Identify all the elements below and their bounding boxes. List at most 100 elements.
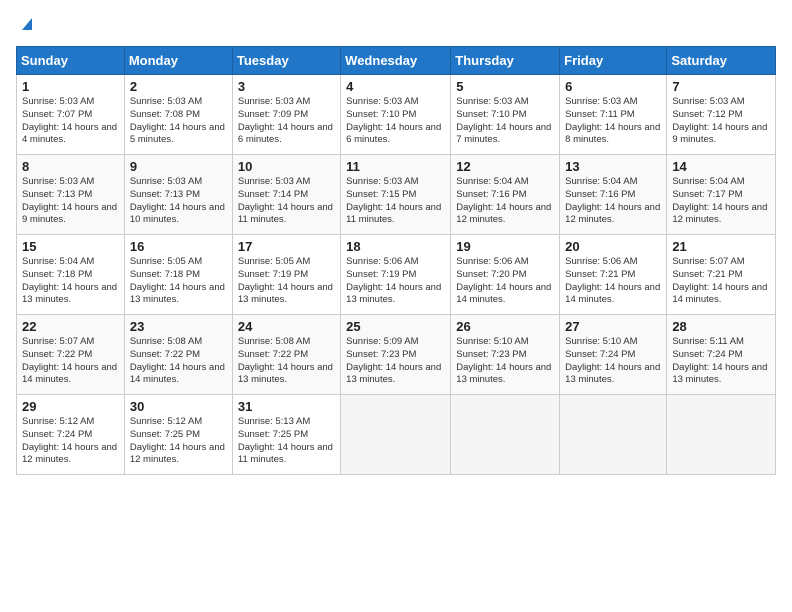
calendar-table: SundayMondayTuesdayWednesdayThursdayFrid…: [16, 46, 776, 475]
cell-info: Sunrise: 5:04 AMSunset: 7:17 PMDaylight:…: [672, 176, 767, 225]
calendar-week-5: 29 Sunrise: 5:12 AMSunset: 7:24 PMDaylig…: [17, 395, 776, 475]
calendar-header-monday: Monday: [124, 47, 232, 75]
day-number: 19: [456, 239, 554, 254]
day-number: 18: [346, 239, 445, 254]
calendar-cell: 25 Sunrise: 5:09 AMSunset: 7:23 PMDaylig…: [341, 315, 451, 395]
calendar-cell: 9 Sunrise: 5:03 AMSunset: 7:13 PMDayligh…: [124, 155, 232, 235]
calendar-week-1: 1 Sunrise: 5:03 AMSunset: 7:07 PMDayligh…: [17, 75, 776, 155]
calendar-cell: 14 Sunrise: 5:04 AMSunset: 7:17 PMDaylig…: [667, 155, 776, 235]
calendar-cell: 12 Sunrise: 5:04 AMSunset: 7:16 PMDaylig…: [451, 155, 560, 235]
day-number: 21: [672, 239, 770, 254]
calendar-cell: [451, 395, 560, 475]
day-number: 30: [130, 399, 227, 414]
calendar-week-4: 22 Sunrise: 5:07 AMSunset: 7:22 PMDaylig…: [17, 315, 776, 395]
day-number: 28: [672, 319, 770, 334]
day-number: 9: [130, 159, 227, 174]
calendar-cell: 5 Sunrise: 5:03 AMSunset: 7:10 PMDayligh…: [451, 75, 560, 155]
cell-info: Sunrise: 5:03 AMSunset: 7:11 PMDaylight:…: [565, 96, 660, 145]
day-number: 22: [22, 319, 119, 334]
calendar-cell: 28 Sunrise: 5:11 AMSunset: 7:24 PMDaylig…: [667, 315, 776, 395]
calendar-cell: 22 Sunrise: 5:07 AMSunset: 7:22 PMDaylig…: [17, 315, 125, 395]
calendar-cell: 7 Sunrise: 5:03 AMSunset: 7:12 PMDayligh…: [667, 75, 776, 155]
day-number: 29: [22, 399, 119, 414]
calendar-week-3: 15 Sunrise: 5:04 AMSunset: 7:18 PMDaylig…: [17, 235, 776, 315]
cell-info: Sunrise: 5:10 AMSunset: 7:24 PMDaylight:…: [565, 336, 660, 385]
calendar-body: 1 Sunrise: 5:03 AMSunset: 7:07 PMDayligh…: [17, 75, 776, 475]
calendar-cell: [667, 395, 776, 475]
day-number: 25: [346, 319, 445, 334]
calendar-cell: 4 Sunrise: 5:03 AMSunset: 7:10 PMDayligh…: [341, 75, 451, 155]
calendar-header-row: SundayMondayTuesdayWednesdayThursdayFrid…: [17, 47, 776, 75]
calendar-header-wednesday: Wednesday: [341, 47, 451, 75]
calendar-header-thursday: Thursday: [451, 47, 560, 75]
cell-info: Sunrise: 5:06 AMSunset: 7:21 PMDaylight:…: [565, 256, 660, 305]
calendar-cell: 11 Sunrise: 5:03 AMSunset: 7:15 PMDaylig…: [341, 155, 451, 235]
day-number: 1: [22, 79, 119, 94]
calendar-cell: 30 Sunrise: 5:12 AMSunset: 7:25 PMDaylig…: [124, 395, 232, 475]
cell-info: Sunrise: 5:03 AMSunset: 7:12 PMDaylight:…: [672, 96, 767, 145]
day-number: 6: [565, 79, 661, 94]
day-number: 24: [238, 319, 335, 334]
cell-info: Sunrise: 5:06 AMSunset: 7:19 PMDaylight:…: [346, 256, 441, 305]
cell-info: Sunrise: 5:05 AMSunset: 7:18 PMDaylight:…: [130, 256, 225, 305]
day-number: 13: [565, 159, 661, 174]
calendar-cell: [560, 395, 667, 475]
calendar-cell: 26 Sunrise: 5:10 AMSunset: 7:23 PMDaylig…: [451, 315, 560, 395]
calendar-cell: 29 Sunrise: 5:12 AMSunset: 7:24 PMDaylig…: [17, 395, 125, 475]
day-number: 2: [130, 79, 227, 94]
day-number: 7: [672, 79, 770, 94]
day-number: 3: [238, 79, 335, 94]
day-number: 5: [456, 79, 554, 94]
day-number: 14: [672, 159, 770, 174]
cell-info: Sunrise: 5:08 AMSunset: 7:22 PMDaylight:…: [238, 336, 333, 385]
logo-icon: [18, 16, 34, 32]
calendar-cell: 21 Sunrise: 5:07 AMSunset: 7:21 PMDaylig…: [667, 235, 776, 315]
cell-info: Sunrise: 5:04 AMSunset: 7:18 PMDaylight:…: [22, 256, 117, 305]
cell-info: Sunrise: 5:12 AMSunset: 7:25 PMDaylight:…: [130, 416, 225, 465]
day-number: 27: [565, 319, 661, 334]
day-number: 10: [238, 159, 335, 174]
calendar-cell: 31 Sunrise: 5:13 AMSunset: 7:25 PMDaylig…: [232, 395, 340, 475]
calendar-header-saturday: Saturday: [667, 47, 776, 75]
cell-info: Sunrise: 5:03 AMSunset: 7:10 PMDaylight:…: [346, 96, 441, 145]
day-number: 4: [346, 79, 445, 94]
cell-info: Sunrise: 5:09 AMSunset: 7:23 PMDaylight:…: [346, 336, 441, 385]
page-header: [16, 16, 776, 36]
calendar-cell: 8 Sunrise: 5:03 AMSunset: 7:13 PMDayligh…: [17, 155, 125, 235]
cell-info: Sunrise: 5:03 AMSunset: 7:10 PMDaylight:…: [456, 96, 551, 145]
calendar-cell: 24 Sunrise: 5:08 AMSunset: 7:22 PMDaylig…: [232, 315, 340, 395]
calendar-cell: 13 Sunrise: 5:04 AMSunset: 7:16 PMDaylig…: [560, 155, 667, 235]
calendar-header-friday: Friday: [560, 47, 667, 75]
day-number: 31: [238, 399, 335, 414]
cell-info: Sunrise: 5:06 AMSunset: 7:20 PMDaylight:…: [456, 256, 551, 305]
cell-info: Sunrise: 5:03 AMSunset: 7:09 PMDaylight:…: [238, 96, 333, 145]
calendar-header-sunday: Sunday: [17, 47, 125, 75]
cell-info: Sunrise: 5:04 AMSunset: 7:16 PMDaylight:…: [456, 176, 551, 225]
cell-info: Sunrise: 5:07 AMSunset: 7:22 PMDaylight:…: [22, 336, 117, 385]
calendar-cell: 27 Sunrise: 5:10 AMSunset: 7:24 PMDaylig…: [560, 315, 667, 395]
cell-info: Sunrise: 5:03 AMSunset: 7:13 PMDaylight:…: [130, 176, 225, 225]
cell-info: Sunrise: 5:03 AMSunset: 7:08 PMDaylight:…: [130, 96, 225, 145]
calendar-week-2: 8 Sunrise: 5:03 AMSunset: 7:13 PMDayligh…: [17, 155, 776, 235]
cell-info: Sunrise: 5:05 AMSunset: 7:19 PMDaylight:…: [238, 256, 333, 305]
cell-info: Sunrise: 5:12 AMSunset: 7:24 PMDaylight:…: [22, 416, 117, 465]
cell-info: Sunrise: 5:03 AMSunset: 7:13 PMDaylight:…: [22, 176, 117, 225]
cell-info: Sunrise: 5:10 AMSunset: 7:23 PMDaylight:…: [456, 336, 551, 385]
cell-info: Sunrise: 5:03 AMSunset: 7:15 PMDaylight:…: [346, 176, 441, 225]
day-number: 11: [346, 159, 445, 174]
cell-info: Sunrise: 5:07 AMSunset: 7:21 PMDaylight:…: [672, 256, 767, 305]
day-number: 8: [22, 159, 119, 174]
calendar-cell: 15 Sunrise: 5:04 AMSunset: 7:18 PMDaylig…: [17, 235, 125, 315]
day-number: 16: [130, 239, 227, 254]
calendar-cell: 17 Sunrise: 5:05 AMSunset: 7:19 PMDaylig…: [232, 235, 340, 315]
day-number: 20: [565, 239, 661, 254]
day-number: 15: [22, 239, 119, 254]
calendar-cell: 10 Sunrise: 5:03 AMSunset: 7:14 PMDaylig…: [232, 155, 340, 235]
calendar-cell: 23 Sunrise: 5:08 AMSunset: 7:22 PMDaylig…: [124, 315, 232, 395]
cell-info: Sunrise: 5:03 AMSunset: 7:07 PMDaylight:…: [22, 96, 117, 145]
calendar-cell: 18 Sunrise: 5:06 AMSunset: 7:19 PMDaylig…: [341, 235, 451, 315]
calendar-cell: 19 Sunrise: 5:06 AMSunset: 7:20 PMDaylig…: [451, 235, 560, 315]
calendar-cell: 20 Sunrise: 5:06 AMSunset: 7:21 PMDaylig…: [560, 235, 667, 315]
day-number: 12: [456, 159, 554, 174]
logo: [16, 16, 34, 36]
